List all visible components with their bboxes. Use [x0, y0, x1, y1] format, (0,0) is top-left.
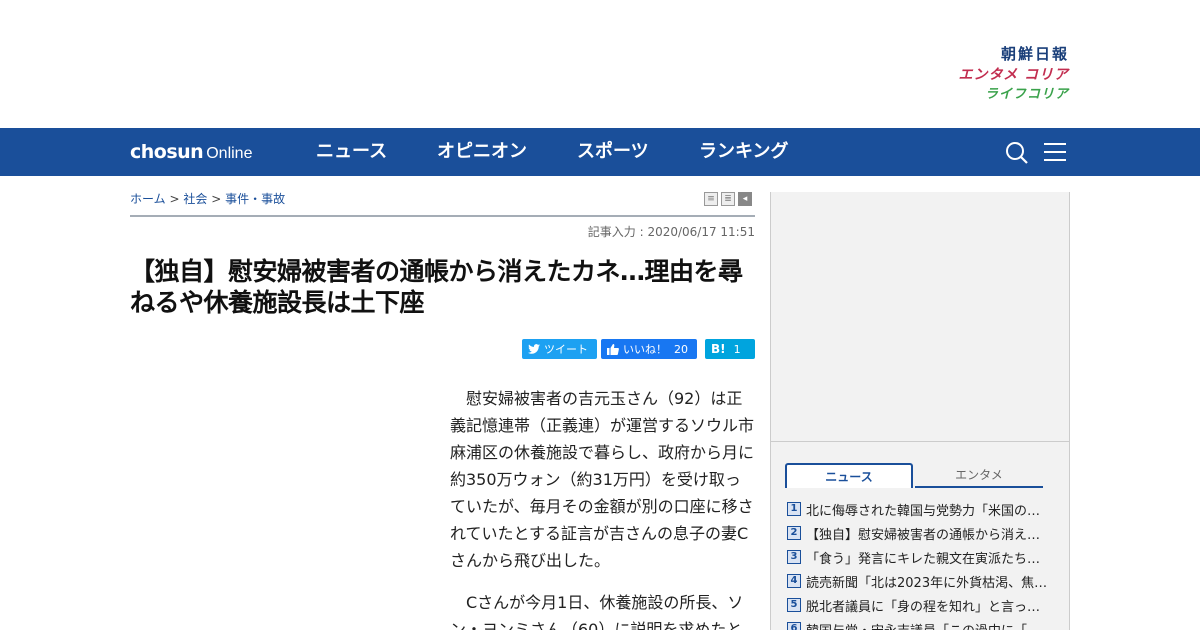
tab-news[interactable]: ニュース	[785, 463, 913, 488]
main-navbar: chosun Online ニュース オピニオン スポーツ ランキング	[0, 128, 1200, 176]
rank-title: 【独自】慰安婦被害者の通帳から消え…	[806, 527, 1041, 543]
header-divider	[130, 215, 755, 217]
ranking-item[interactable]: 5 脱北者議員に「身の程を知れ」と言っ…	[787, 593, 1052, 617]
rank-number: 1	[787, 502, 801, 516]
ranking-item[interactable]: 6 韓国与党・宋永吉議員「この過中に「…	[787, 617, 1052, 630]
article-paragraph: Cさんが今月1日、休養施設の所長、ソン・ヨンミさん（60）に説明を求めたと	[450, 593, 744, 630]
rank-title: 読売新聞「北は2023年に外貨枯渇、焦…	[806, 575, 1048, 591]
breadcrumb-section[interactable]: 社会	[183, 192, 207, 206]
rank-number: 2	[787, 526, 801, 540]
nav-ranking[interactable]: ランキング	[699, 140, 788, 164]
like-button[interactable]: いいね！ 20	[601, 339, 697, 359]
breadcrumb: ホーム > 社会 > 事件・事故	[130, 190, 285, 207]
article-title: 【独自】慰安婦被害者の通帳から消えたカネ…理由を尋ねるや休養施設長は土下座	[130, 257, 743, 317]
brand-light: Online	[206, 145, 253, 162]
breadcrumb-home[interactable]: ホーム	[130, 192, 166, 206]
nav-opinion[interactable]: オピニオン	[437, 140, 527, 164]
rank-number: 6	[787, 622, 801, 630]
ranking-tabs: ニュース エンタメ	[785, 463, 1043, 488]
back-arrow-icon[interactable]: ◂	[738, 192, 752, 206]
hamburger-menu-icon[interactable]	[1044, 142, 1066, 162]
ranking-item[interactable]: 3 「食う」発言にキレた親文在寅派たち…	[787, 545, 1052, 569]
entame-korea-logo[interactable]: エンタメ コリア	[929, 64, 1069, 86]
article-paragraph: 慰安婦被害者の吉元玉さん（92）は正義記憶連帯（正義連）が運営するソウル市麻浦区…	[450, 389, 755, 570]
rank-number: 4	[787, 574, 801, 588]
partner-logos: 朝鮮日報 エンタメ コリア ライフコリア	[929, 44, 1069, 104]
article-tools: ≡ ≣ ◂	[704, 192, 752, 206]
print-icon[interactable]: ≡	[704, 192, 718, 206]
rank-number: 5	[787, 598, 801, 612]
ranking-item[interactable]: 1 北に侮辱された韓国与党勢力「米国の…	[787, 497, 1052, 521]
breadcrumb-subsection[interactable]: 事件・事故	[225, 192, 285, 206]
life-korea-logo[interactable]: ライフコリア	[929, 86, 1069, 104]
rank-title: 韓国与党・宋永吉議員「この過中に「…	[806, 620, 1040, 630]
rank-title: 脱北者議員に「身の程を知れ」と言っ…	[806, 599, 1041, 615]
chosun-online-logo[interactable]: chosun Online	[130, 140, 252, 166]
ranking-list: 1 北に侮辱された韓国与党勢力「米国の… 2 【独自】慰安婦被害者の通帳から消え… …	[787, 497, 1052, 630]
sidebar-divider	[770, 441, 1070, 442]
tab-entame[interactable]: エンタメ	[915, 463, 1043, 488]
breadcrumb-sep: >	[211, 192, 222, 206]
hatena-count: 1	[733, 342, 741, 356]
text-size-icon[interactable]: ≣	[721, 192, 735, 206]
hatena-icon: B!	[711, 342, 726, 356]
ranking-item[interactable]: 4 読売新聞「北は2023年に外貨枯渇、焦…	[787, 569, 1052, 593]
ranking-item[interactable]: 2 【独自】慰安婦被害者の通帳から消え…	[787, 521, 1052, 545]
rank-number: 3	[787, 550, 801, 564]
article-date: 記事入力 : 2020/06/17 11:51	[587, 225, 755, 239]
hatena-bookmark-button[interactable]: B! 1	[705, 339, 755, 359]
search-icon[interactable]	[1005, 141, 1029, 165]
tweet-label: ツイート	[544, 343, 588, 356]
like-label: いいね！	[623, 343, 667, 356]
rank-title: 「食う」発言にキレた親文在寅派たち…	[806, 551, 1041, 567]
tweet-button[interactable]: ツイート	[522, 339, 597, 359]
article-body: 慰安婦被害者の吉元玉さん（92）は正義記憶連帯（正義連）が運営するソウル市麻浦区…	[450, 385, 755, 630]
breadcrumb-sep: >	[169, 192, 180, 206]
chosun-ilbo-logo[interactable]: 朝鮮日報	[929, 44, 1069, 64]
thumbs-up-icon	[607, 343, 619, 355]
nav-news[interactable]: ニュース	[316, 140, 387, 164]
rank-title: 北に侮辱された韓国与党勢力「米国の…	[806, 503, 1041, 519]
nav-sports[interactable]: スポーツ	[577, 140, 649, 164]
brand-bold: chosun	[130, 141, 204, 163]
like-count: 20	[674, 342, 688, 356]
twitter-bird-icon	[528, 344, 540, 354]
